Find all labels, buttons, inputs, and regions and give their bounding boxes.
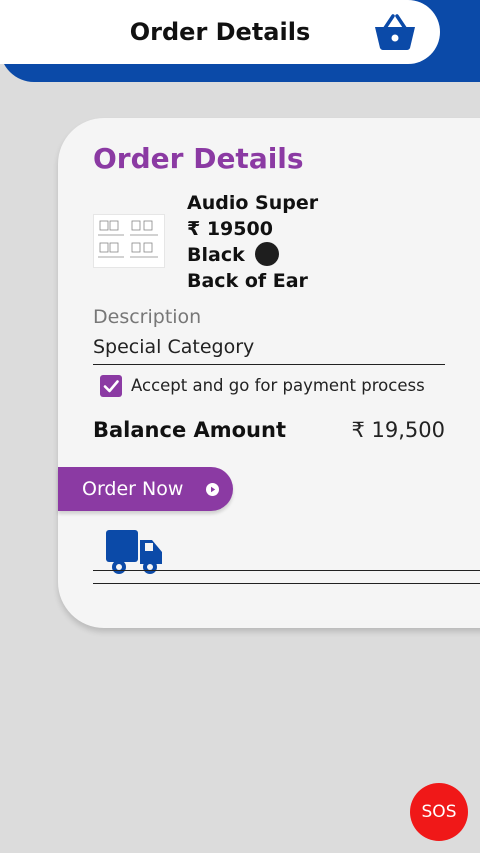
product-color: Black (187, 244, 245, 266)
checkmark-icon (103, 380, 119, 393)
color-swatch (254, 242, 279, 266)
product-image (93, 214, 165, 268)
header: Order Details (0, 0, 440, 64)
product-name: Audio Super (187, 192, 319, 214)
order-title: Order Details (93, 142, 304, 175)
product-style: Back of Ear (187, 270, 308, 292)
order-card: Order Details Audio Super ₹ 19500 Black … (58, 118, 480, 628)
delivery-track-line (93, 583, 480, 584)
order-now-button[interactable]: Order Now (58, 467, 233, 511)
order-now-label: Order Now (82, 478, 184, 500)
header-title: Order Details (129, 18, 311, 46)
accept-label: Accept and go for payment process (131, 376, 425, 395)
accept-checkbox[interactable] (100, 375, 122, 397)
play-circle-icon (206, 483, 219, 496)
description-label: Description (93, 306, 202, 328)
product-color-row: Black (187, 242, 318, 268)
delivery-track-line (93, 570, 480, 571)
balance-amount: ₹ 19,500 (351, 418, 445, 442)
product-price: ₹ 19500 (187, 218, 273, 240)
sos-button[interactable]: SOS (410, 783, 468, 841)
description-field[interactable]: Special Category (93, 336, 445, 365)
product-info: Audio Super ₹ 19500 Black Back of Ear (187, 190, 318, 294)
balance-label: Balance Amount (93, 418, 286, 442)
basket-icon[interactable] (372, 12, 418, 52)
